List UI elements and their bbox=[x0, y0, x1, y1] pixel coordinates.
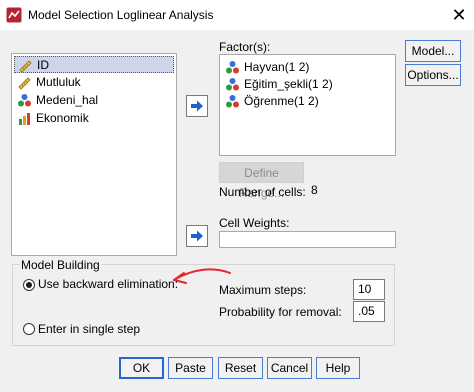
help-button[interactable]: Help bbox=[316, 357, 360, 379]
factors-label: Factor(s): bbox=[219, 40, 271, 54]
probability-removal-field[interactable]: .05 bbox=[353, 301, 385, 322]
annotation-arrow bbox=[173, 268, 231, 284]
spss-app-icon bbox=[6, 7, 22, 23]
ok-button[interactable]: OK bbox=[119, 357, 164, 379]
factor-label: Eğitim_şekli(1 2) bbox=[244, 77, 333, 91]
cancel-button[interactable]: Cancel bbox=[267, 357, 312, 379]
factor-label: Hayvan(1 2) bbox=[244, 60, 310, 74]
variable-label: Mutluluk bbox=[36, 75, 81, 89]
single-step-label[interactable]: Enter in single step bbox=[38, 322, 140, 336]
right-arrow-icon bbox=[191, 230, 203, 242]
options-button[interactable]: Options... bbox=[405, 64, 461, 86]
nominal-balls-icon bbox=[226, 78, 239, 91]
cell-weights-field[interactable] bbox=[219, 231, 396, 248]
nominal-balls-icon bbox=[226, 95, 239, 108]
move-to-factors-button[interactable] bbox=[186, 95, 208, 117]
window-title: Model Selection Loglinear Analysis bbox=[28, 8, 214, 22]
variable-item[interactable]: Medeni_hal bbox=[14, 92, 174, 109]
cell-weights-label: Cell Weights: bbox=[219, 216, 290, 230]
close-icon[interactable]: ✕ bbox=[448, 4, 470, 26]
variable-item[interactable]: Mutluluk bbox=[14, 74, 174, 91]
maximum-steps-field[interactable]: 10 bbox=[353, 279, 385, 300]
title-bar: Model Selection Loglinear Analysis ✕ bbox=[0, 0, 474, 30]
ordinal-bars-icon bbox=[19, 113, 30, 125]
factor-item[interactable]: Öğrenme(1 2) bbox=[222, 93, 392, 110]
factor-item[interactable]: Hayvan(1 2) bbox=[222, 59, 392, 76]
nominal-balls-icon bbox=[226, 61, 239, 74]
nominal-balls-icon bbox=[18, 94, 31, 107]
factors-list[interactable]: Hayvan(1 2) Eğitim_şekli(1 2) Öğrenme(1 … bbox=[219, 54, 396, 156]
right-arrow-icon bbox=[191, 100, 203, 112]
variable-item[interactable]: Ekonomik bbox=[14, 110, 174, 127]
single-step-radio[interactable] bbox=[23, 323, 35, 335]
reset-button[interactable]: Reset bbox=[218, 357, 263, 379]
probability-removal-label: Probability for removal: bbox=[219, 305, 342, 319]
factor-item[interactable]: Eğitim_şekli(1 2) bbox=[222, 76, 392, 93]
paste-button[interactable]: Paste bbox=[168, 357, 213, 379]
model-building-title: Model Building bbox=[20, 258, 101, 272]
factor-label: Öğrenme(1 2) bbox=[244, 94, 319, 108]
variable-label: Medeni_hal bbox=[36, 93, 99, 107]
backward-elimination-radio[interactable] bbox=[23, 279, 35, 291]
variable-item[interactable]: ID bbox=[14, 56, 174, 73]
variable-label: Ekonomik bbox=[36, 111, 89, 125]
scale-ruler-icon bbox=[18, 77, 31, 90]
variable-list[interactable]: ID Mutluluk Medeni_hal Ekonomik bbox=[11, 53, 177, 256]
number-of-cells-label: Number of cells: bbox=[219, 185, 306, 199]
model-button[interactable]: Model... bbox=[405, 40, 461, 62]
maximum-steps-label: Maximum steps: bbox=[219, 283, 307, 297]
backward-elimination-label[interactable]: Use backward elimination: bbox=[38, 277, 178, 291]
define-range-button[interactable]: Define Range... bbox=[219, 162, 304, 200]
move-to-cell-weights-button[interactable] bbox=[186, 225, 208, 247]
variable-label: ID bbox=[37, 58, 49, 72]
number-of-cells-value: 8 bbox=[311, 183, 318, 197]
scale-ruler-icon bbox=[19, 60, 32, 73]
